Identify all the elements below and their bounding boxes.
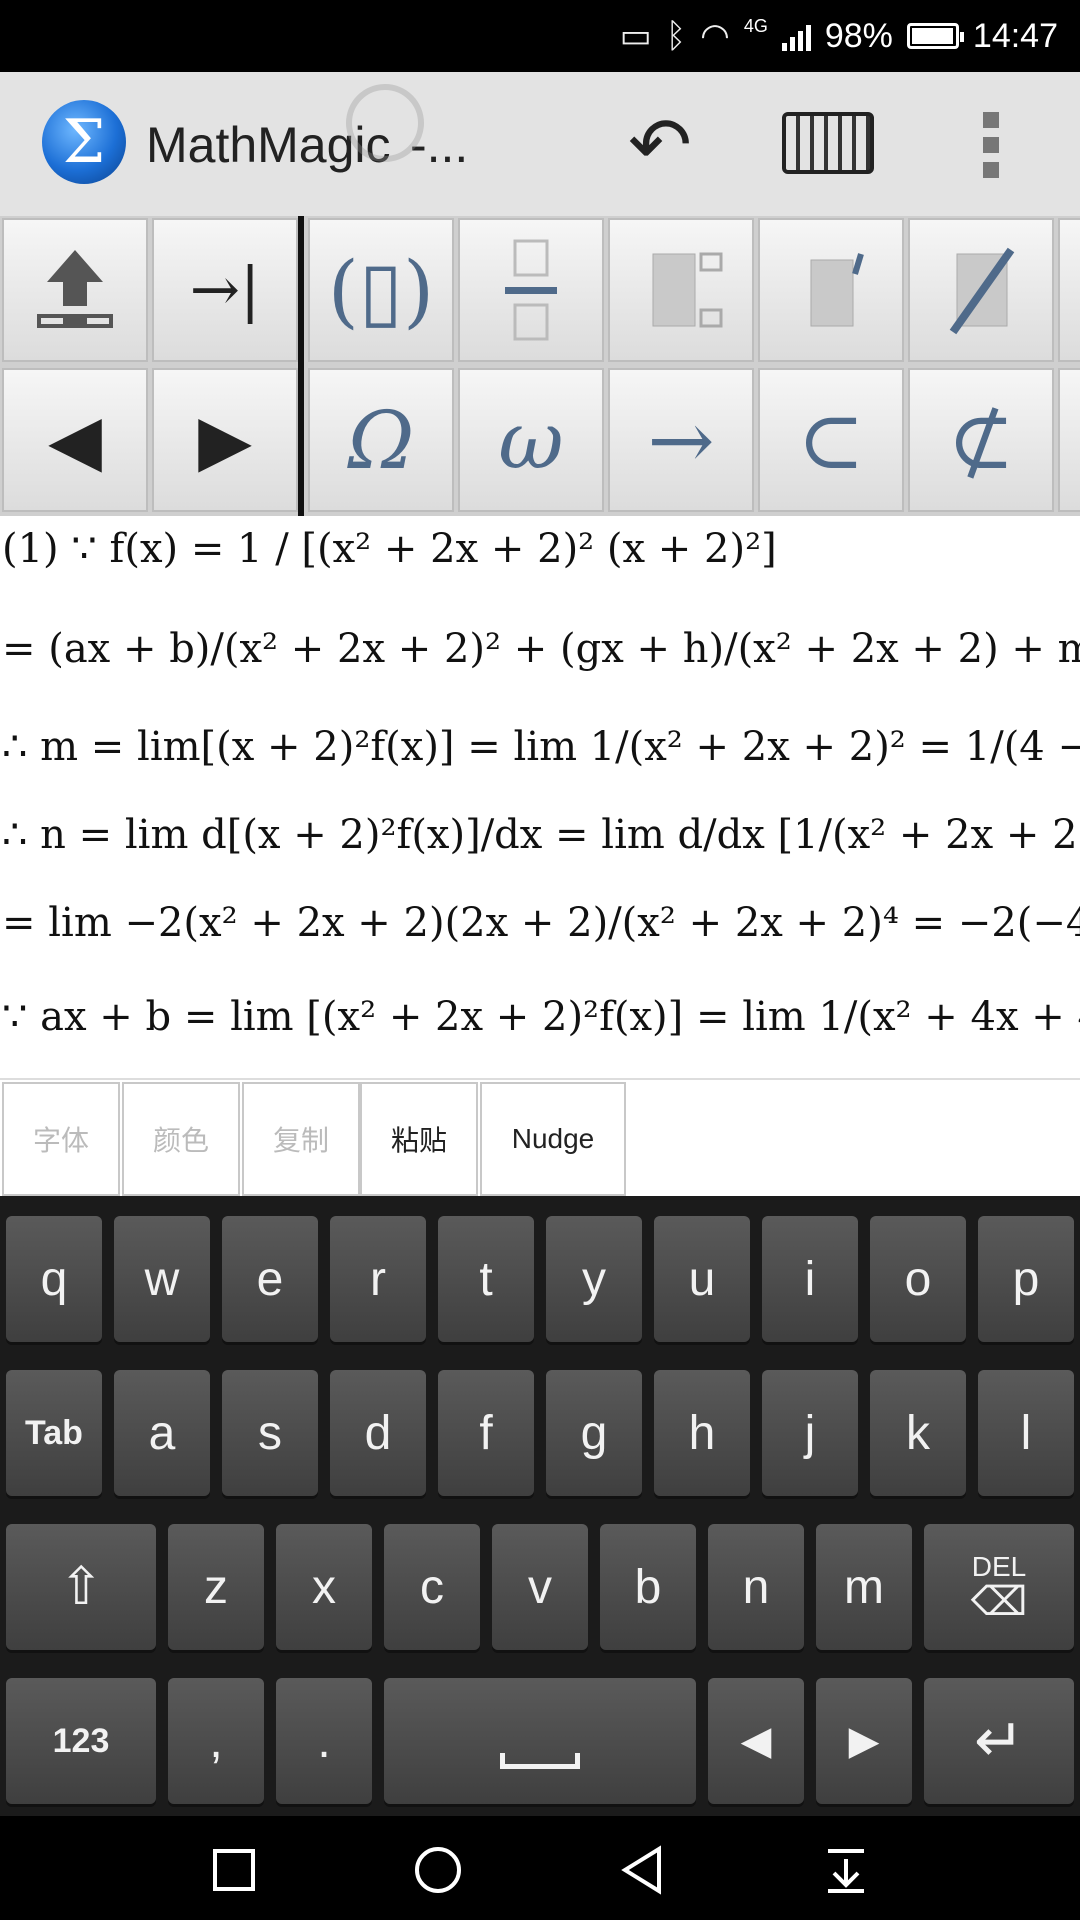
omega-upper-symbol[interactable]: Ω <box>308 368 454 512</box>
key-r[interactable]: r <box>330 1216 426 1342</box>
slash-template[interactable] <box>908 218 1054 362</box>
key-c[interactable]: c <box>384 1524 480 1650</box>
right-arrow-icon[interactable]: ▶ <box>152 368 298 512</box>
left-arrow-icon[interactable]: ◀ <box>2 368 148 512</box>
palette-more-cell[interactable] <box>1058 218 1080 362</box>
key-w[interactable]: w <box>114 1216 210 1342</box>
key-k[interactable]: k <box>870 1370 966 1496</box>
key-g[interactable]: g <box>546 1370 642 1496</box>
key-x[interactable]: x <box>276 1524 372 1650</box>
key-n[interactable]: n <box>708 1524 804 1650</box>
equation-line-4[interactable]: ∴ n = lim d[(x + 2)²f(x)]/dx = lim d/dx … <box>2 812 1080 858</box>
equation-line-2[interactable]: = (ax + b)/(x² + 2x + 2)² + (gx + h)/(x²… <box>2 626 1080 672</box>
tab-icon[interactable]: →| <box>152 218 298 362</box>
key-i[interactable]: i <box>762 1216 858 1342</box>
equation-line-1[interactable]: (1) ∵ f(x) = 1 / [(x² + 2x + 2)² (x + 2)… <box>2 526 777 572</box>
backspace-icon: ⌫ <box>970 1580 1028 1624</box>
enter-key[interactable]: ↵ <box>924 1678 1074 1804</box>
delete-key[interactable]: DEL ⌫ <box>924 1524 1074 1650</box>
key-t[interactable]: t <box>438 1216 534 1342</box>
enter-icon: ↵ <box>973 1707 1025 1774</box>
signal-icon <box>781 21 811 51</box>
key-p[interactable]: p <box>978 1216 1074 1342</box>
equation-line-3[interactable]: ∴ m = lim[(x + 2)²f(x)] = lim 1/(x² + 2x… <box>2 724 1080 770</box>
key-j[interactable]: j <box>762 1370 858 1496</box>
battery-percent: 98% <box>824 16 893 55</box>
app-bar: Σ MathMagic -... ↶ <box>0 72 1080 218</box>
status-icons: ▭ ᛒ ◠ 4G 98% 14:47 <box>620 0 1058 72</box>
copy-button[interactable]: 复制 <box>242 1082 360 1196</box>
floating-touch-icon[interactable] <box>346 84 424 162</box>
notification-pulldown-icon[interactable] <box>816 1842 876 1898</box>
font-button[interactable]: 字体 <box>2 1082 120 1196</box>
undo-icon[interactable]: ↶ <box>612 108 708 184</box>
numbers-key[interactable]: 123 <box>6 1678 156 1804</box>
cursor-right-key[interactable]: ▶ <box>816 1678 912 1804</box>
palette-more-cell-2[interactable] <box>1058 368 1080 512</box>
parentheses-template[interactable]: (▯) <box>308 218 454 362</box>
battery-icon <box>906 23 964 49</box>
space-bar-icon <box>500 1753 580 1769</box>
subscript-superscript-template[interactable] <box>608 218 754 362</box>
navigation-bar <box>0 1816 1080 1920</box>
shift-key[interactable]: ⇧ <box>6 1524 156 1650</box>
overflow-menu-icon[interactable] <box>976 112 1006 178</box>
period-key[interactable]: . <box>276 1678 372 1804</box>
key-f[interactable]: f <box>438 1370 534 1496</box>
key-m[interactable]: m <box>816 1524 912 1650</box>
key-z[interactable]: z <box>168 1524 264 1650</box>
key-o[interactable]: o <box>870 1216 966 1342</box>
key-y[interactable]: y <box>546 1216 642 1342</box>
key-d[interactable]: d <box>330 1370 426 1496</box>
equation-editor[interactable]: (1) ∵ f(x) = 1 / [(x² + 2x + 2)² (x + 2)… <box>0 516 1080 1078</box>
equation-line-5[interactable]: = lim −2(x² + 2x + 2)(2x + 2)/(x² + 2x +… <box>2 900 1080 946</box>
key-b[interactable]: b <box>600 1524 696 1650</box>
network-type: 4G <box>743 16 768 36</box>
key-q[interactable]: q <box>6 1216 102 1342</box>
wifi-icon: ◠ <box>700 17 730 55</box>
key-tab[interactable]: Tab <box>6 1370 102 1496</box>
equation-line-6[interactable]: ∵ ax + b = lim [(x² + 2x + 2)²f(x)] = li… <box>2 994 1080 1040</box>
nudge-button[interactable]: Nudge <box>480 1082 626 1196</box>
keyboard-icon[interactable] <box>782 112 874 174</box>
key-h[interactable]: h <box>654 1370 750 1496</box>
bluetooth-icon: ᛒ <box>665 16 687 55</box>
back-icon[interactable] <box>612 1842 672 1898</box>
right-arrow-icon: ▶ <box>848 1719 880 1763</box>
prime-template[interactable] <box>758 218 904 362</box>
home-icon[interactable] <box>408 1842 468 1898</box>
cast-icon: ▭ <box>619 17 652 55</box>
key-l[interactable]: l <box>978 1370 1074 1496</box>
left-arrow-icon: ◀ <box>740 1719 772 1763</box>
cursor-left-key[interactable]: ◀ <box>708 1678 804 1804</box>
not-subset-symbol[interactable]: ⊄ <box>908 368 1054 512</box>
status-bar: ▭ ᛒ ◠ 4G 98% 14:47 <box>0 0 1080 72</box>
symbol-palette: →| (▯) ◀ ▶ Ω ω → ⊂ ⊄ <box>0 216 1080 516</box>
edit-action-bar: 字体 颜色 复制 粘贴 Nudge <box>0 1078 1080 1198</box>
key-u[interactable]: u <box>654 1216 750 1342</box>
shift-icon[interactable] <box>2 218 148 362</box>
omega-lower-symbol[interactable]: ω <box>458 368 604 512</box>
key-s[interactable]: s <box>222 1370 318 1496</box>
clock: 14:47 <box>972 16 1058 55</box>
paste-button[interactable]: 粘贴 <box>360 1082 478 1196</box>
recents-icon[interactable] <box>204 1842 264 1898</box>
key-v[interactable]: v <box>492 1524 588 1650</box>
palette-divider <box>298 216 304 516</box>
soft-keyboard: q w e r t y u i o p Tab a s d f g h j k … <box>0 1196 1080 1816</box>
comma-key[interactable]: , <box>168 1678 264 1804</box>
shift-key-icon: ⇧ <box>59 1558 103 1616</box>
color-button[interactable]: 颜色 <box>122 1082 240 1196</box>
key-e[interactable]: e <box>222 1216 318 1342</box>
app-logo: Σ <box>42 100 126 184</box>
subset-symbol[interactable]: ⊂ <box>758 368 904 512</box>
arrow-symbol[interactable]: → <box>608 368 754 512</box>
key-a[interactable]: a <box>114 1370 210 1496</box>
fraction-template[interactable] <box>458 218 604 362</box>
space-key[interactable] <box>384 1678 696 1804</box>
delete-key-label: DEL <box>971 1551 1027 1582</box>
